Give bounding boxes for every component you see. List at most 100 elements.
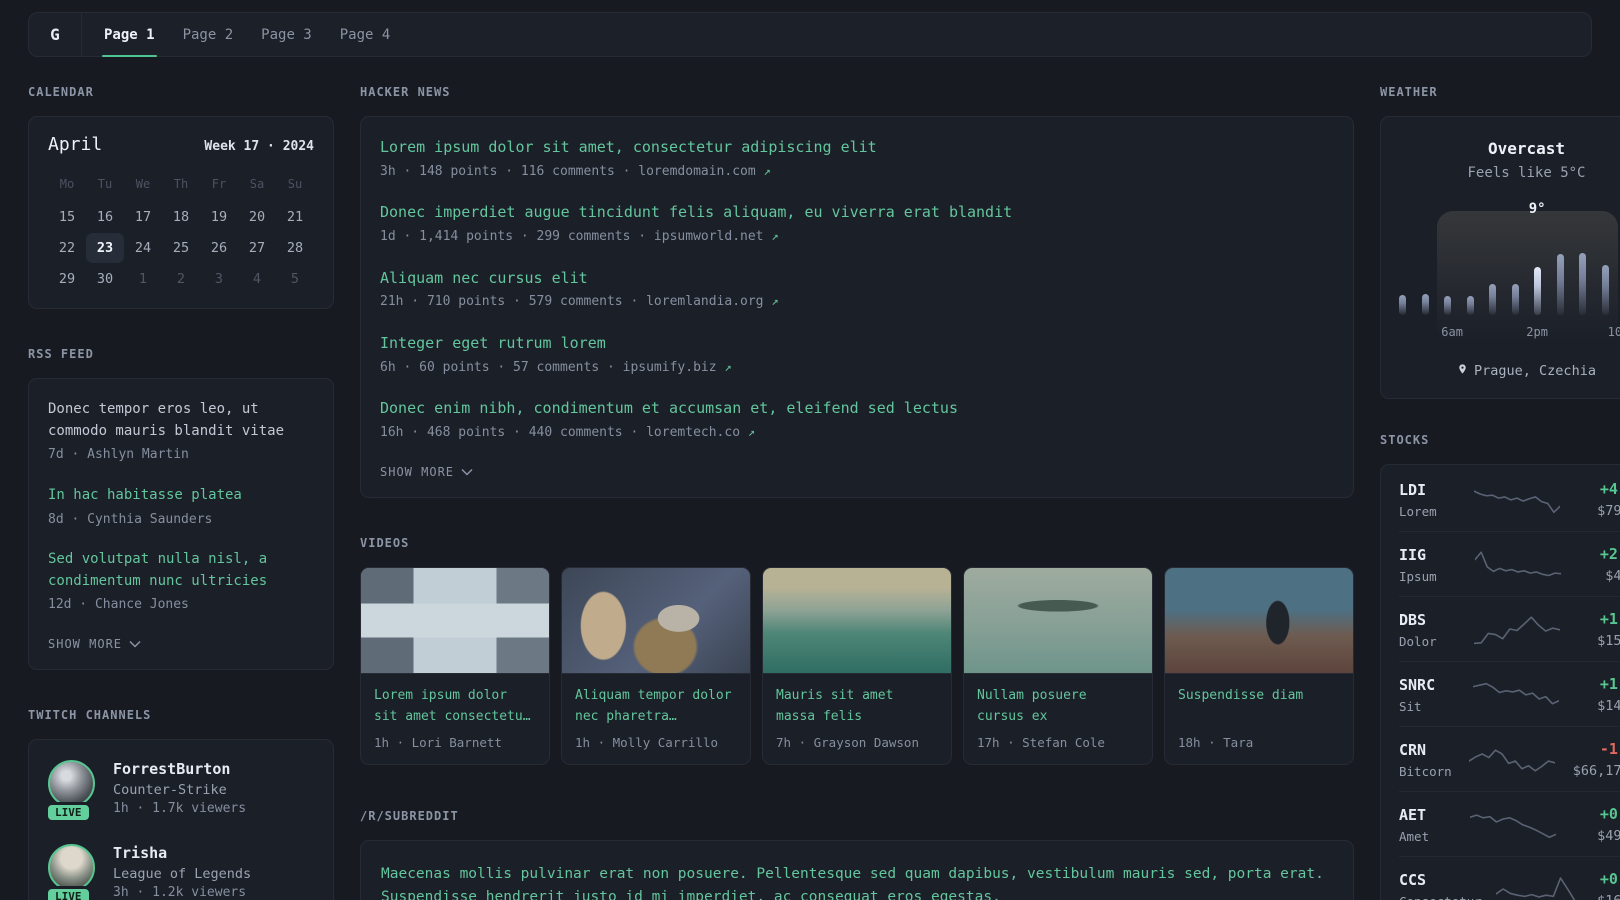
weather-location-label: Prague, Czechia xyxy=(1474,363,1596,379)
hn-story-title[interactable]: Lorem ipsum dolor sit amet, consectetur … xyxy=(380,137,1334,159)
calendar-day-next-month: 2 xyxy=(176,271,186,287)
stock-row: LDI Lorem +4.35% $795.18 xyxy=(1399,467,1620,531)
external-link-icon: ↗ xyxy=(771,294,779,309)
weather-tick: 6am xyxy=(1441,325,1463,339)
stock-change: -1.00% xyxy=(1599,740,1620,758)
videos-widget: VIDEOS Lorem ipsum dolor sit amet consec… xyxy=(360,536,1354,766)
twitch-channel-info: Trisha League of Legends 3h · 1.2k viewe… xyxy=(113,844,251,900)
video-title[interactable]: Aliquam tempor dolor nec pharetra… xyxy=(575,686,737,728)
video-meta: 18h · Tara xyxy=(1178,735,1254,751)
stock-name: Amet xyxy=(1399,828,1430,844)
video-card[interactable]: Mauris sit amet massa felis 7h · Grayson… xyxy=(762,567,952,766)
calendar-day-selected: 23 xyxy=(86,233,124,263)
stock-change: +2.84% xyxy=(1599,545,1620,563)
calendar-day: 17 xyxy=(134,209,152,225)
hn-story-title[interactable]: Donec imperdiet augue tincidunt felis al… xyxy=(380,202,1334,224)
video-thumbnail xyxy=(562,568,750,675)
stock-row: AET Amet +0.92% $499.72 xyxy=(1399,791,1620,856)
hn-show-more-button[interactable]: SHOW MORE xyxy=(380,463,473,481)
location-pin-icon xyxy=(1457,362,1468,380)
video-title[interactable]: Nullam posuere cursus ex xyxy=(977,686,1139,728)
middle-column: HACKER NEWS Lorem ipsum dolor sit amet, … xyxy=(360,85,1354,900)
hn-story: Donec enim nibh, condimentum et accumsan… xyxy=(380,398,1334,442)
rss-widget: RSS FEED Donec tempor eros leo, ut commo… xyxy=(28,347,334,670)
twitch-channel-name: Trisha xyxy=(113,843,168,862)
stock-symbol: AET xyxy=(1399,805,1427,824)
weather-ticks: 6am 2pm 10pm xyxy=(1399,325,1620,340)
external-link-icon: ↗ xyxy=(771,229,779,243)
calendar-day: 15 xyxy=(58,209,76,225)
app-logo[interactable]: G xyxy=(29,13,81,56)
hn-story-title[interactable]: Donec enim nibh, condimentum et accumsan… xyxy=(380,398,1334,420)
rss-show-more-button[interactable]: SHOW MORE xyxy=(48,635,141,653)
hn-story-meta: 21h · 710 points · 579 comments · loreml… xyxy=(380,294,779,310)
calendar-day: 30 xyxy=(96,271,114,287)
stock-change: +4.35% xyxy=(1599,480,1620,498)
video-meta: 7h · Grayson Dawson xyxy=(776,735,919,751)
stock-price: $66,171.48 xyxy=(1572,763,1620,779)
weather-bars: 9° xyxy=(1399,201,1620,315)
nav-tab-page-3[interactable]: Page 3 xyxy=(247,13,326,56)
nav-tabs: Page 1 Page 2 Page 3 Page 4 xyxy=(82,13,405,57)
external-link-icon: ↗ xyxy=(724,359,732,374)
twitch-channel-game: Counter-Strike xyxy=(113,781,227,798)
stock-price: $42.04 xyxy=(1605,568,1620,584)
stock-price: $499.72 xyxy=(1597,828,1620,844)
rss-item-meta: 12d · Chance Jones xyxy=(48,597,189,613)
videos-header: VIDEOS xyxy=(360,536,410,551)
nav-tab-page-1[interactable]: Page 1 xyxy=(90,13,169,57)
external-link-icon: ↗ xyxy=(763,163,771,178)
video-thumbnail xyxy=(1165,568,1353,675)
subreddit-card: Maecenas mollis pulvinar erat non posuer… xyxy=(360,840,1354,900)
calendar-day: 21 xyxy=(286,209,304,225)
stock-change: +0.92% xyxy=(1599,805,1620,823)
calendar-month: April xyxy=(48,134,103,155)
stock-row: CRN Bitcorn -1.00% $66,171.48 xyxy=(1399,726,1620,791)
twitch-channel-row[interactable]: LIVE ForrestBurton Counter-Strike 1h · 1… xyxy=(45,759,314,823)
video-title[interactable]: Lorem ipsum dolor sit amet consectetu… xyxy=(374,686,536,728)
calendar-card: April Week 17 · 2024 Mo Tu We Th Fr Sa S… xyxy=(28,116,334,309)
calendar-day-next-month: 5 xyxy=(290,271,300,287)
stock-name: Dolor xyxy=(1399,633,1437,649)
video-card[interactable]: Aliquam tempor dolor nec pharetra… 1h · … xyxy=(561,567,751,766)
nav-tab-page-4[interactable]: Page 4 xyxy=(326,13,405,56)
rss-item-meta: 7d · Ashlyn Martin xyxy=(48,447,189,463)
stock-symbol: CRN xyxy=(1399,740,1427,759)
video-thumbnail xyxy=(964,568,1152,675)
video-card[interactable]: Lorem ipsum dolor sit amet consectetu… 1… xyxy=(360,567,550,766)
stock-sparkline xyxy=(1469,741,1555,779)
video-title[interactable]: Mauris sit amet massa felis xyxy=(776,686,938,728)
rss-item-title[interactable]: Sed volutpat nulla nisl, a condimentum n… xyxy=(48,549,314,592)
subreddit-post-title[interactable]: Maecenas mollis pulvinar erat non posuer… xyxy=(381,863,1333,900)
stock-sparkline xyxy=(1473,676,1559,714)
weather-tick: 10pm xyxy=(1607,325,1620,339)
rss-item-title[interactable]: Donec tempor eros leo, ut commodo mauris… xyxy=(48,399,314,442)
video-title[interactable]: Suspendisse diam xyxy=(1178,686,1340,728)
weekday-label: We xyxy=(135,177,151,191)
stock-row: CCS Consectetur +0.51% $165.84 xyxy=(1399,856,1620,900)
nav-tab-page-2[interactable]: Page 2 xyxy=(169,13,248,56)
calendar-top: April Week 17 · 2024 xyxy=(48,134,314,155)
stock-change: +0.51% xyxy=(1599,870,1620,888)
stock-name: Consectetur xyxy=(1399,894,1490,900)
calendar-widget: CALENDAR April Week 17 · 2024 Mo Tu We T… xyxy=(28,85,334,309)
stock-name: Lorem xyxy=(1399,503,1437,519)
weekday-label: Su xyxy=(287,177,303,191)
rss-item-title[interactable]: In hac habitasse platea xyxy=(48,485,314,507)
video-card[interactable]: Nullam posuere cursus ex 17h · Stefan Co… xyxy=(963,567,1153,766)
weekday-label: Mo xyxy=(59,177,75,191)
weekday-label: Fr xyxy=(211,177,227,191)
weather-header: WEATHER xyxy=(1380,85,1438,99)
video-thumbnail xyxy=(361,568,549,675)
video-card[interactable]: Suspendisse diam 18h · Tara xyxy=(1164,567,1354,766)
calendar-week-info: Week 17 · 2024 xyxy=(204,139,314,154)
hacker-news-card: Lorem ipsum dolor sit amet, consectetur … xyxy=(360,116,1354,499)
rss-item: Donec tempor eros leo, ut commodo mauris… xyxy=(48,399,314,465)
calendar-day: 20 xyxy=(248,209,266,225)
dashboard-page: G Page 1 Page 2 Page 3 Page 4 CALENDAR A… xyxy=(0,0,1620,900)
twitch-channel-row[interactable]: LIVE Trisha League of Legends 3h · 1.2k … xyxy=(45,843,314,900)
hn-story-title[interactable]: Integer eget rutrum lorem xyxy=(380,333,1334,355)
twitch-header: TWITCH CHANNELS xyxy=(28,707,152,722)
hn-story-title[interactable]: Aliquam nec cursus elit xyxy=(380,268,1334,290)
weather-bar xyxy=(1466,296,1474,315)
